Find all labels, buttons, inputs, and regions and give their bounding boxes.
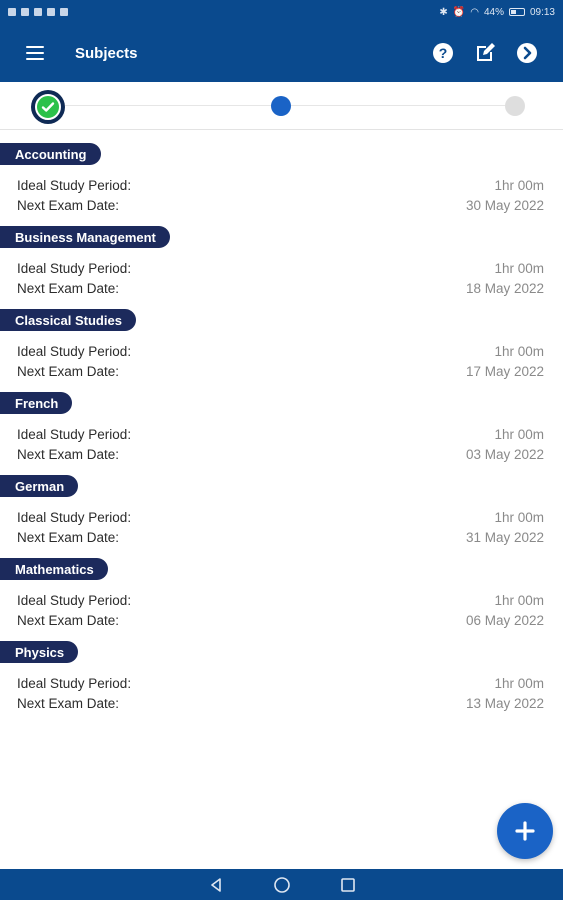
subject-item[interactable]: Classical Studies Ideal Study Period: 1h… xyxy=(0,309,563,392)
exam-date-row: Next Exam Date: 30 May 2022 xyxy=(17,198,544,213)
help-button[interactable]: ? xyxy=(429,39,457,67)
subject-name: Classical Studies xyxy=(0,309,136,331)
exam-date-label: Next Exam Date: xyxy=(17,447,120,462)
check-icon xyxy=(41,102,55,112)
exam-date-row: Next Exam Date: 17 May 2022 xyxy=(17,364,544,379)
exam-date-label: Next Exam Date: xyxy=(17,364,120,379)
study-period-value: 1hr 00m xyxy=(494,593,544,608)
exam-date-label: Next Exam Date: xyxy=(17,198,120,213)
subject-list: Accounting Ideal Study Period: 1hr 00m N… xyxy=(0,143,563,724)
exam-date-value: 06 May 2022 xyxy=(465,613,544,628)
exam-date-value: 17 May 2022 xyxy=(465,364,544,379)
system-nav-bar xyxy=(0,869,563,900)
subject-name: French xyxy=(0,392,73,414)
recents-button[interactable] xyxy=(338,875,358,895)
exam-date-value: 18 May 2022 xyxy=(465,281,544,296)
exam-date-value: 03 May 2022 xyxy=(465,447,544,462)
progress-stepper xyxy=(0,82,563,130)
wifi-icon: ◠ xyxy=(470,6,479,18)
study-period-label: Ideal Study Period: xyxy=(17,510,132,525)
stepper-line xyxy=(65,105,271,106)
status-bar: ✱ ⏰ ◠ 44% 09:13 xyxy=(0,0,563,24)
subject-item[interactable]: Accounting Ideal Study Period: 1hr 00m N… xyxy=(0,143,563,226)
exam-date-label: Next Exam Date: xyxy=(17,696,120,711)
study-period-value: 1hr 00m xyxy=(494,510,544,525)
subject-item[interactable]: French Ideal Study Period: 1hr 00m Next … xyxy=(0,392,563,475)
exam-date-row: Next Exam Date: 18 May 2022 xyxy=(17,281,544,296)
step-current[interactable] xyxy=(271,96,291,116)
exam-date-label: Next Exam Date: xyxy=(17,613,120,628)
study-period-value: 1hr 00m xyxy=(494,344,544,359)
add-subject-button[interactable] xyxy=(497,803,553,859)
plus-icon xyxy=(515,821,535,841)
exam-date-label: Next Exam Date: xyxy=(17,281,120,296)
notification-icon xyxy=(34,8,42,16)
exam-date-row: Next Exam Date: 13 May 2022 xyxy=(17,696,544,711)
stepper-line xyxy=(291,105,505,106)
exam-date-row: Next Exam Date: 03 May 2022 xyxy=(17,447,544,462)
step-completed[interactable] xyxy=(31,90,65,124)
recents-icon xyxy=(340,877,355,892)
page-title: Subjects xyxy=(75,44,138,62)
study-period-value: 1hr 00m xyxy=(494,178,544,193)
subject-name: German xyxy=(0,475,79,497)
notification-icon xyxy=(8,8,16,16)
next-button[interactable] xyxy=(513,39,541,67)
notification-icon xyxy=(47,8,55,16)
exam-date-value: 31 May 2022 xyxy=(465,530,544,545)
exam-date-row: Next Exam Date: 31 May 2022 xyxy=(17,530,544,545)
study-period-row: Ideal Study Period: 1hr 00m xyxy=(17,510,544,525)
battery-percent: 44% xyxy=(483,6,504,18)
menu-button[interactable] xyxy=(0,24,70,82)
edit-button[interactable] xyxy=(471,39,499,67)
study-period-row: Ideal Study Period: 1hr 00m xyxy=(17,676,544,691)
subject-name: Business Management xyxy=(0,226,170,248)
subject-item[interactable]: Physics Ideal Study Period: 1hr 00m Next… xyxy=(0,641,563,724)
study-period-row: Ideal Study Period: 1hr 00m xyxy=(17,178,544,193)
study-period-label: Ideal Study Period: xyxy=(17,676,132,691)
study-period-row: Ideal Study Period: 1hr 00m xyxy=(17,593,544,608)
study-period-label: Ideal Study Period: xyxy=(17,344,132,359)
clock: 09:13 xyxy=(529,6,555,18)
notification-icon xyxy=(21,8,29,16)
menu-icon xyxy=(26,46,44,60)
subject-name: Mathematics xyxy=(0,558,108,580)
notification-icons xyxy=(8,8,68,16)
svg-text:?: ? xyxy=(439,45,448,61)
exam-date-row: Next Exam Date: 06 May 2022 xyxy=(17,613,544,628)
step-upcoming[interactable] xyxy=(505,96,525,116)
edit-icon xyxy=(477,43,495,61)
home-icon xyxy=(273,876,290,893)
subject-name: Physics xyxy=(0,641,79,663)
battery-icon xyxy=(508,8,525,16)
exam-date-label: Next Exam Date: xyxy=(17,530,120,545)
exam-date-value: 30 May 2022 xyxy=(465,198,544,213)
study-period-row: Ideal Study Period: 1hr 00m xyxy=(17,261,544,276)
subject-item[interactable]: Business Management Ideal Study Period: … xyxy=(0,226,563,309)
subject-item[interactable]: German Ideal Study Period: 1hr 00m Next … xyxy=(0,475,563,558)
notification-icon xyxy=(60,8,68,16)
back-icon xyxy=(210,877,221,892)
study-period-value: 1hr 00m xyxy=(494,427,544,442)
study-period-row: Ideal Study Period: 1hr 00m xyxy=(17,344,544,359)
alarm-icon: ⏰ xyxy=(452,6,466,18)
help-icon: ? xyxy=(433,43,453,63)
study-period-value: 1hr 00m xyxy=(494,676,544,691)
study-period-label: Ideal Study Period: xyxy=(17,593,132,608)
study-period-value: 1hr 00m xyxy=(494,261,544,276)
subject-name: Accounting xyxy=(0,143,101,165)
app-bar: Subjects ? xyxy=(0,24,563,82)
study-period-label: Ideal Study Period: xyxy=(17,427,132,442)
bluetooth-icon: ✱ xyxy=(439,6,448,18)
exam-date-value: 13 May 2022 xyxy=(465,696,544,711)
subject-item[interactable]: Mathematics Ideal Study Period: 1hr 00m … xyxy=(0,558,563,641)
study-period-row: Ideal Study Period: 1hr 00m xyxy=(17,427,544,442)
study-period-label: Ideal Study Period: xyxy=(17,261,132,276)
next-icon xyxy=(517,43,537,63)
back-button[interactable] xyxy=(206,875,226,895)
home-button[interactable] xyxy=(272,875,292,895)
study-period-label: Ideal Study Period: xyxy=(17,178,132,193)
